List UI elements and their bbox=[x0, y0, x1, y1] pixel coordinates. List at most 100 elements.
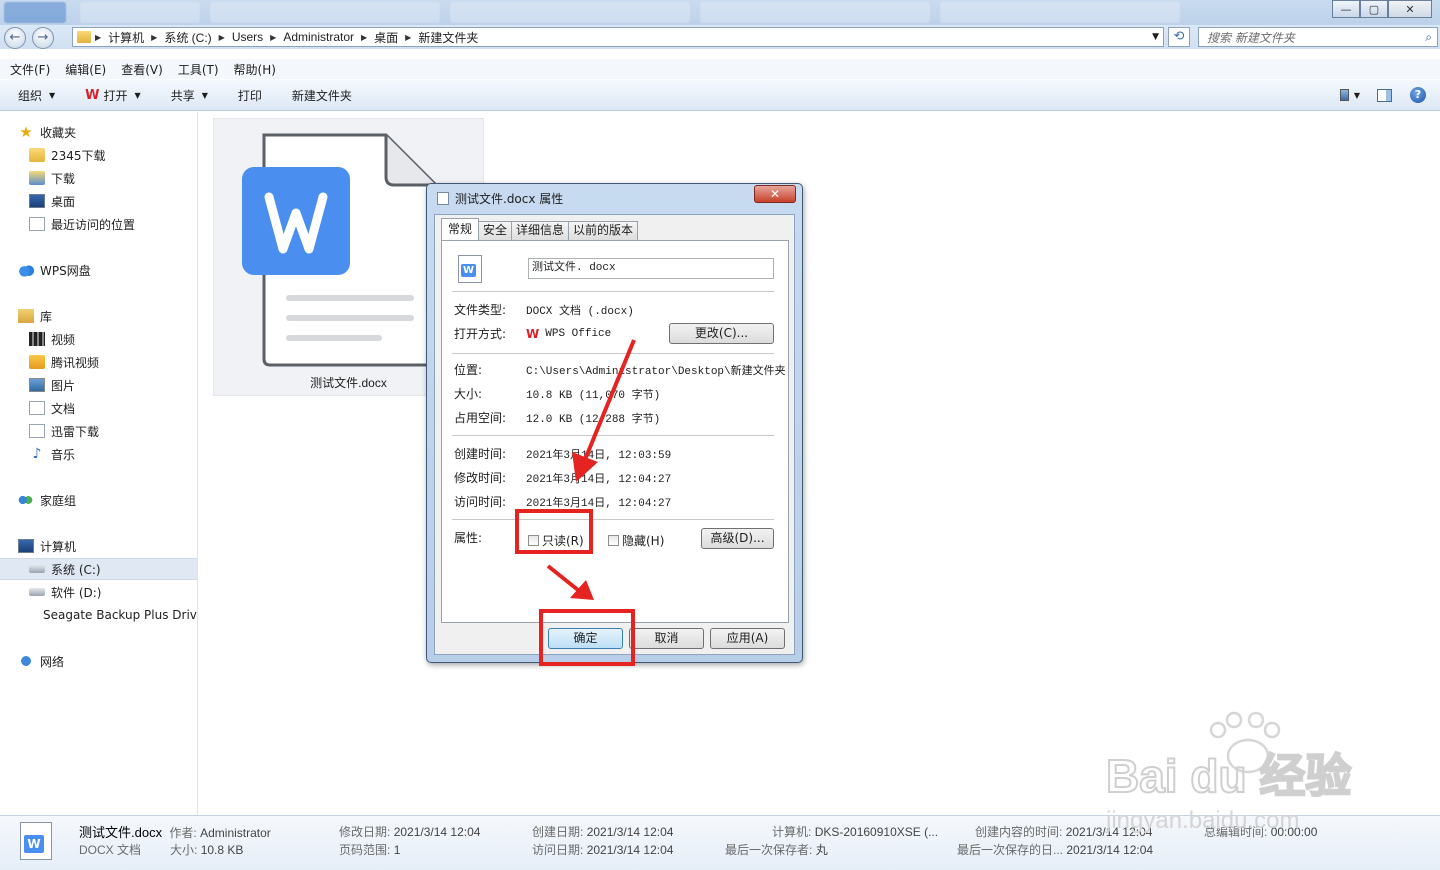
nav-wps-cloud[interactable]: WPS网盘 bbox=[18, 259, 215, 281]
organize-button[interactable]: 组织 ▼ bbox=[18, 87, 55, 104]
window-title-strip: — ▢ ✕ bbox=[0, 0, 1440, 25]
docx-file-icon: W bbox=[20, 822, 52, 860]
file-type-label: 文件类型: bbox=[454, 303, 507, 317]
view-options-button[interactable]: ▼ bbox=[1340, 86, 1360, 104]
breadcrumb-administrator[interactable]: Administrator bbox=[283, 30, 354, 44]
location-value: C:\Users\Administrator\Desktop\新建文件夹 bbox=[526, 365, 786, 378]
search-icon[interactable]: ⌕ bbox=[1425, 30, 1432, 45]
search-input[interactable]: 搜索 新建文件夹 ⌕ bbox=[1198, 27, 1438, 47]
taskbar-tab[interactable] bbox=[4, 2, 66, 23]
nav-item-videos[interactable]: 视频 bbox=[29, 328, 226, 350]
forward-button[interactable]: → bbox=[32, 27, 54, 49]
nav-network[interactable]: 网络 bbox=[18, 650, 215, 672]
folder-icon bbox=[29, 148, 45, 162]
details-author-key: 作者: bbox=[169, 826, 197, 840]
nav-item-recent[interactable]: 最近访问的位置 bbox=[29, 213, 226, 235]
details-edit-time-key: 总编辑时间: bbox=[1204, 825, 1268, 839]
filename-input[interactable]: 测试文件. docx bbox=[528, 258, 774, 279]
nav-item-tencent-video[interactable]: 腾讯视频 bbox=[29, 351, 226, 373]
details-accessed: 2021/3/14 12:04 bbox=[586, 843, 674, 857]
details-accessed-key: 访问日期: bbox=[532, 843, 584, 857]
nav-item-pictures[interactable]: 图片 bbox=[29, 374, 226, 396]
chevron-down-icon: ▼ bbox=[1353, 90, 1360, 100]
dialog-tabs: 常规 安全 详细信息 以前的版本 bbox=[441, 218, 639, 240]
breadcrumb-separator-icon: ▶ bbox=[218, 32, 225, 42]
details-content-created-key: 创建内容的时间: bbox=[975, 825, 1063, 839]
menu-tools[interactable]: 工具(T) bbox=[178, 61, 219, 78]
details-created: 2021/3/14 12:04 bbox=[586, 825, 674, 839]
nav-item-drive-d[interactable]: 软件 (D:) bbox=[29, 581, 226, 603]
dialog-close-button[interactable]: ✕ bbox=[754, 185, 796, 203]
menu-edit[interactable]: 编辑(E) bbox=[65, 61, 106, 78]
preview-pane-button[interactable] bbox=[1374, 86, 1394, 104]
menu-help[interactable]: 帮助(H) bbox=[234, 61, 276, 78]
nav-item-drive-c[interactable]: 系统 (C:) bbox=[0, 558, 197, 580]
nav-label: 家庭组 bbox=[40, 493, 77, 508]
taskbar-tab[interactable] bbox=[940, 2, 1180, 23]
help-icon: ? bbox=[1410, 87, 1426, 103]
cancel-button[interactable]: 取消 bbox=[629, 628, 704, 649]
share-button[interactable]: 共享 ▼ bbox=[171, 87, 208, 104]
nav-item-documents[interactable]: 文档 bbox=[29, 397, 226, 419]
address-bar[interactable]: ▶ 计算机 ▶ 系统 (C:) ▶ Users ▶ Administrator … bbox=[72, 27, 1164, 47]
ok-highlight-box bbox=[539, 609, 635, 666]
cloud-icon bbox=[18, 263, 34, 277]
file-list: 测试文件.docx bbox=[199, 112, 1440, 815]
modified-row: 修改时间: 2021年3月14日, 12:04:27 bbox=[454, 469, 671, 486]
advanced-button[interactable]: 高级(D)... bbox=[701, 528, 774, 549]
back-button[interactable]: ← bbox=[4, 27, 26, 49]
breadcrumb-desktop[interactable]: 桌面 bbox=[374, 29, 398, 46]
arrow-left-icon: ← bbox=[9, 30, 21, 45]
minimize-button[interactable]: — bbox=[1332, 0, 1360, 18]
tab-security[interactable]: 安全 bbox=[478, 221, 513, 240]
change-button[interactable]: 更改(C)... bbox=[669, 323, 774, 344]
nav-item-desktop[interactable]: 桌面 bbox=[29, 190, 226, 212]
details-edit-time: 00:00:00 bbox=[1270, 825, 1318, 839]
nav-label: 库 bbox=[40, 309, 53, 324]
nav-item-downloads[interactable]: 下载 bbox=[29, 167, 226, 189]
maximize-button[interactable]: ▢ bbox=[1360, 0, 1388, 18]
nav-computer[interactable]: 计算机 bbox=[18, 535, 215, 557]
menu-file[interactable]: 文件(F) bbox=[10, 61, 50, 78]
tab-details[interactable]: 详细信息 bbox=[511, 221, 570, 240]
hidden-label: 隐藏(H) bbox=[622, 534, 665, 548]
music-note-icon: ♪ bbox=[32, 446, 42, 462]
nav-item-2345-downloads[interactable]: 2345下载 bbox=[29, 144, 226, 166]
size-value: 10.8 KB (11,070 字节) bbox=[526, 389, 661, 402]
chevron-down-icon[interactable]: ▼ bbox=[1152, 32, 1159, 42]
nav-item-music[interactable]: ♪ 音乐 bbox=[29, 443, 226, 465]
print-button[interactable]: 打印 bbox=[238, 87, 262, 104]
separator bbox=[452, 291, 774, 292]
hidden-checkbox[interactable]: 隐藏(H) bbox=[608, 532, 664, 549]
breadcrumb-drive-c[interactable]: 系统 (C:) bbox=[164, 29, 211, 46]
breadcrumb-new-folder[interactable]: 新建文件夹 bbox=[418, 29, 478, 46]
details-pages: 1 bbox=[393, 843, 401, 857]
close-button[interactable]: ✕ bbox=[1388, 0, 1432, 18]
taskbar-tab[interactable] bbox=[210, 2, 440, 23]
search-placeholder: 搜索 新建文件夹 bbox=[1207, 30, 1295, 45]
breadcrumb-separator-icon: ▶ bbox=[361, 32, 368, 42]
separator bbox=[452, 353, 774, 354]
tab-previous-versions[interactable]: 以前的版本 bbox=[568, 221, 639, 240]
nav-libraries[interactable]: 库 bbox=[18, 305, 215, 327]
breadcrumb-computer[interactable]: 计算机 bbox=[108, 29, 144, 46]
nav-homegroup[interactable]: 家庭组 bbox=[18, 489, 215, 511]
taskbar-tab[interactable] bbox=[80, 2, 200, 23]
nav-favorites[interactable]: ★ 收藏夹 bbox=[18, 121, 215, 143]
menu-view[interactable]: 查看(V) bbox=[121, 61, 163, 78]
nav-item-seagate[interactable]: Seagate Backup Plus Drive bbox=[29, 604, 197, 626]
help-button[interactable]: ? bbox=[1408, 86, 1428, 104]
taskbar-tab[interactable] bbox=[700, 2, 930, 23]
tab-general[interactable]: 常规 bbox=[441, 218, 480, 240]
taskbar-tab[interactable] bbox=[450, 2, 690, 23]
apply-button[interactable]: 应用(A) bbox=[710, 628, 785, 649]
refresh-button[interactable]: ⟲ bbox=[1168, 27, 1190, 47]
computer-icon bbox=[18, 539, 34, 553]
open-button[interactable]: W 打开 ▼ bbox=[85, 87, 141, 104]
desktop-icon bbox=[29, 194, 45, 208]
nav-label: 腾讯视频 bbox=[51, 355, 100, 370]
size-label: 大小: bbox=[454, 387, 483, 401]
breadcrumb-users[interactable]: Users bbox=[232, 30, 263, 44]
new-folder-button[interactable]: 新建文件夹 bbox=[292, 87, 352, 104]
nav-item-xunlei[interactable]: 迅雷下载 bbox=[29, 420, 226, 442]
